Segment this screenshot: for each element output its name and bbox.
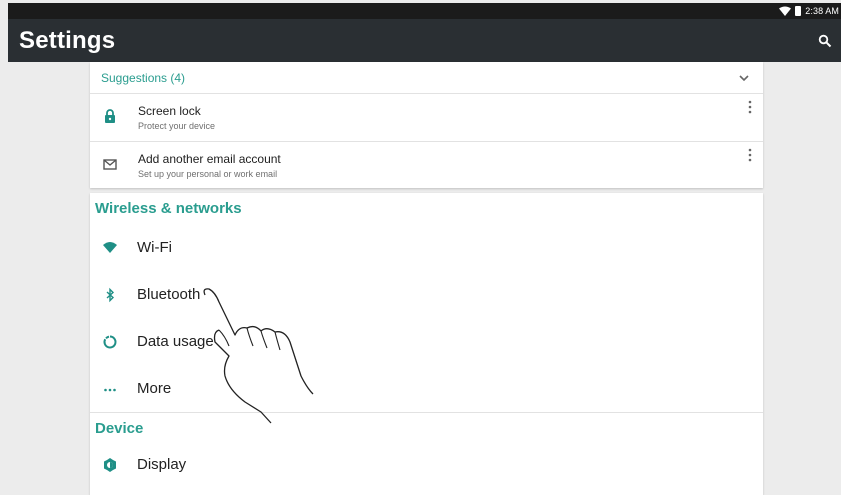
suggestion-title: Screen lock	[138, 104, 201, 118]
display-brightness-icon	[104, 458, 116, 472]
setting-bluetooth[interactable]: Bluetooth	[90, 271, 763, 319]
email-icon	[103, 159, 117, 170]
setting-data-usage[interactable]: Data usage	[90, 318, 763, 366]
suggestions-title: Suggestions (4)	[101, 71, 186, 85]
setting-label: More	[137, 380, 172, 397]
setting-more[interactable]: More	[90, 365, 763, 413]
more-horiz-icon	[104, 388, 116, 392]
setting-wifi[interactable]: Wi‑Fi	[90, 224, 763, 272]
setting-label: Data usage	[137, 333, 214, 350]
more-vert-icon[interactable]	[747, 100, 753, 114]
suggestion-subtitle: Protect your device	[138, 121, 216, 131]
status-icons: 2:38 AM	[779, 3, 839, 19]
setting-display[interactable]: Display	[90, 441, 763, 489]
data-usage-icon	[103, 335, 117, 349]
wifi-status-icon	[779, 6, 792, 16]
search-icon	[818, 34, 832, 48]
section-header-wireless: Wireless & networks	[95, 200, 242, 217]
chevron-down-icon	[739, 75, 749, 82]
settings-list-card: Wireless & networks Wi‑Fi Bluetooth Data…	[90, 193, 763, 495]
setting-label: Bluetooth	[137, 286, 201, 303]
app-bar: Settings	[8, 19, 841, 62]
suggestion-add-email[interactable]: Add another email account Set up your pe…	[90, 142, 763, 189]
more-vert-icon[interactable]	[747, 148, 753, 162]
section-divider	[90, 412, 763, 413]
status-time: 2:38 AM	[805, 6, 839, 16]
suggestion-subtitle: Set up your personal or work email	[138, 169, 278, 179]
wifi-icon	[103, 242, 117, 253]
battery-icon	[795, 6, 802, 16]
suggestions-card: Suggestions (4) Screen lock Protect your…	[90, 62, 763, 188]
suggestion-screen-lock[interactable]: Screen lock Protect your device	[90, 94, 763, 142]
suggestions-header[interactable]: Suggestions (4)	[90, 62, 763, 94]
search-button[interactable]	[815, 31, 835, 51]
bluetooth-icon	[106, 287, 115, 303]
setting-label: Wi‑Fi	[137, 239, 172, 256]
status-bar: 2:38 AM	[8, 3, 841, 19]
setting-label: Display	[137, 456, 187, 473]
page-title: Settings	[19, 27, 116, 54]
section-header-device: Device	[95, 420, 144, 437]
suggestion-title: Add another email account	[138, 152, 281, 166]
lock-icon	[105, 109, 115, 123]
